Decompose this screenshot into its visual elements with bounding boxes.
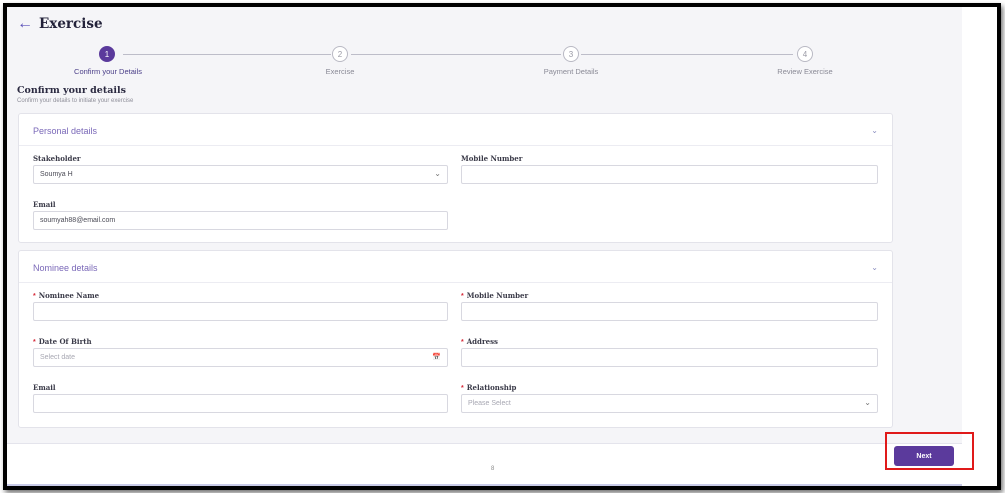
email-label: Email <box>33 200 56 209</box>
nominee-mobile-label: * Mobile Number <box>461 291 528 300</box>
step-4-label: Review Exercise <box>777 67 833 76</box>
nominee-email-label: Email <box>33 383 56 392</box>
footer-accent-line <box>7 484 962 486</box>
footer-bar <box>7 443 962 486</box>
divider <box>19 282 892 283</box>
step-4-indicator[interactable]: 4 <box>797 46 813 62</box>
stakeholder-select[interactable]: Soumya H ⌄ <box>33 165 448 184</box>
dob-label: * Date Of Birth <box>33 337 92 346</box>
required-marker: * <box>461 385 464 392</box>
stakeholder-label: Stakeholder <box>33 154 81 163</box>
email-field[interactable]: soumyah88@email.com <box>33 211 448 230</box>
nominee-name-label-text: Nominee Name <box>38 291 100 300</box>
step-3-indicator[interactable]: 3 <box>563 46 579 62</box>
stakeholder-value: Soumya H <box>40 171 73 178</box>
step-3-label: Payment Details <box>543 67 599 76</box>
relationship-placeholder: Please Select <box>468 400 511 407</box>
required-marker: * <box>33 293 36 300</box>
main-content: ← Exercise 1 2 3 4 Confirm your Details … <box>7 7 962 443</box>
step-connector <box>351 54 561 55</box>
calendar-icon[interactable]: 📅 <box>432 353 441 361</box>
dob-placeholder: Select date <box>40 354 76 361</box>
step-2-label: Exercise <box>325 67 355 76</box>
progress-stepper: 1 2 3 4 Confirm your Details Exercise Pa… <box>7 43 962 77</box>
step-1-label: Confirm your Details <box>74 67 142 76</box>
required-marker: * <box>461 339 464 346</box>
step-connector <box>581 54 793 55</box>
chevron-down-icon: ⌄ <box>434 169 441 178</box>
page-title: Exercise <box>39 16 103 32</box>
required-marker: * <box>461 293 464 300</box>
chevron-down-icon: ⌄ <box>864 398 871 407</box>
app-window: ← Exercise 1 2 3 4 Confirm your Details … <box>3 3 1001 490</box>
nominee-email-field[interactable] <box>33 394 448 413</box>
divider <box>19 145 892 146</box>
arrow-left-icon[interactable]: ← <box>17 16 33 32</box>
nominee-mobile-label-text: Mobile Number <box>466 291 529 300</box>
mobile-number-label: Mobile Number <box>461 154 523 163</box>
personal-details-card: Personal details ⌄ Stakeholder Soumya H … <box>18 113 893 243</box>
dob-label-text: Date Of Birth <box>38 337 92 346</box>
nominee-details-title: Nominee details <box>33 263 98 273</box>
highlight-box <box>885 432 974 470</box>
step-2-indicator[interactable]: 2 <box>332 46 348 62</box>
section-subtitle: Confirm your details to initiate your ex… <box>17 98 134 104</box>
nominee-mobile-field[interactable] <box>461 302 878 321</box>
relationship-select[interactable]: Please Select ⌄ <box>461 394 878 413</box>
nominee-name-field[interactable] <box>33 302 448 321</box>
section-title: Confirm your details <box>17 85 126 96</box>
chevron-down-icon[interactable]: ⌄ <box>871 263 878 272</box>
address-label: * Address <box>461 337 498 346</box>
relationship-label: * Relationship <box>461 383 516 392</box>
address-label-text: Address <box>466 337 498 346</box>
mobile-number-field[interactable] <box>461 165 878 184</box>
right-panel <box>962 7 997 486</box>
nominee-details-card: Nominee details ⌄ * Nominee Name * Mobile … <box>18 250 893 428</box>
page-indicator: 8 <box>491 466 495 472</box>
chevron-down-icon[interactable]: ⌄ <box>871 126 878 135</box>
required-marker: * <box>33 339 36 346</box>
personal-details-title: Personal details <box>33 126 98 136</box>
step-1-indicator[interactable]: 1 <box>99 46 115 62</box>
relationship-label-text: Relationship <box>466 383 517 392</box>
step-connector <box>123 54 331 55</box>
address-field[interactable] <box>461 348 878 367</box>
nominee-name-label: * Nominee Name <box>33 291 99 300</box>
date-of-birth-picker[interactable]: Select date 📅 <box>33 348 448 367</box>
page-header: ← Exercise <box>17 16 103 33</box>
